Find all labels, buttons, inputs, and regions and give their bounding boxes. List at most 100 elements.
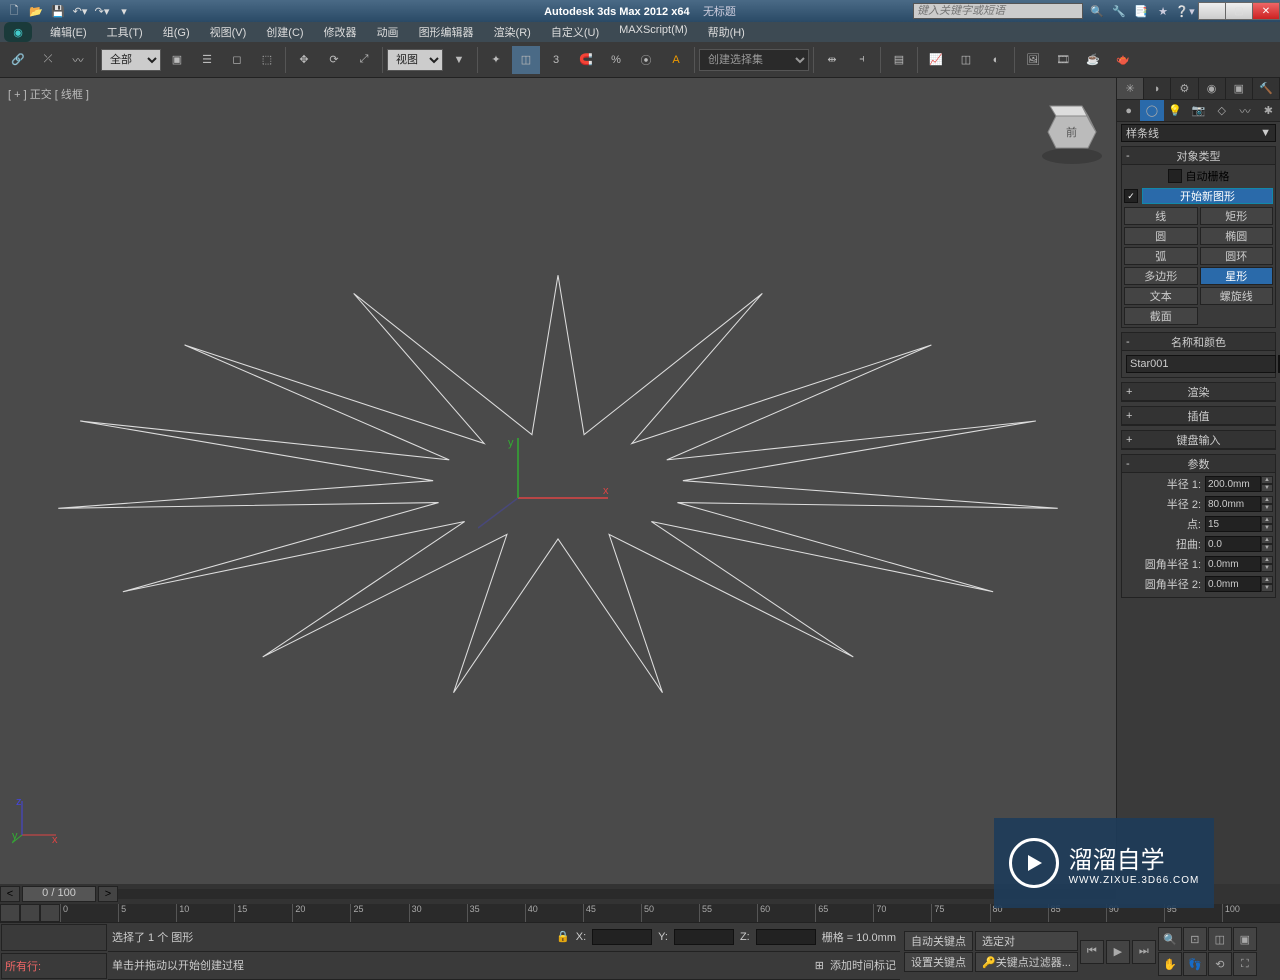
objbtn-线[interactable]: 线	[1124, 207, 1198, 225]
render-setup-icon[interactable]: 🖼	[1019, 46, 1047, 74]
bind-icon[interactable]: 〰	[64, 46, 92, 74]
key-icon[interactable]: 🔧	[1109, 2, 1129, 20]
viewport[interactable]: [ + ] 正交 [ 线框 ] xy 前 xzy	[0, 78, 1116, 884]
app-menu-icon[interactable]: ◉	[4, 22, 32, 42]
rollout-interp[interactable]: +插值	[1122, 407, 1275, 425]
param-input[interactable]	[1205, 476, 1261, 492]
menu-动画[interactable]: 动画	[367, 22, 409, 42]
rotate-icon[interactable]: ⟳	[320, 46, 348, 74]
macro-recorder[interactable]: 所有行:	[1, 953, 107, 980]
minimize-button[interactable]: —	[1198, 2, 1226, 20]
ref-coord-dropdown[interactable]: 视图	[387, 49, 443, 71]
selection-filter-dropdown[interactable]: 全部	[101, 49, 161, 71]
quick-render-icon[interactable]: ☕	[1079, 46, 1107, 74]
viewport-label[interactable]: [ + ] 正交 [ 线框 ]	[8, 86, 89, 102]
qat-more-icon[interactable]: ▾	[114, 2, 134, 20]
subtab-geometry[interactable]: ●	[1117, 100, 1140, 121]
search-input[interactable]	[913, 3, 1083, 19]
viewcube-icon[interactable]: 前	[1036, 98, 1096, 158]
tab-motion[interactable]: ◉	[1199, 78, 1226, 99]
objbtn-矩形[interactable]: 矩形	[1200, 207, 1274, 225]
search-box[interactable]	[913, 3, 1083, 19]
abc-icon[interactable]: A	[662, 46, 690, 74]
schematic-icon[interactable]: ◫	[952, 46, 980, 74]
subtab-cameras[interactable]: 📷	[1187, 100, 1210, 121]
angle-snap-icon[interactable]: 🧲	[572, 46, 600, 74]
objbtn-多边形[interactable]: 多边形	[1124, 267, 1198, 285]
param-input[interactable]	[1205, 576, 1261, 592]
trackbar-btn1[interactable]	[0, 904, 20, 922]
autogrid-checkbox[interactable]	[1168, 169, 1182, 183]
layers-icon[interactable]: ▤	[885, 46, 913, 74]
spinner-snap-icon[interactable]: ⦿	[632, 46, 660, 74]
nav-zoom-icon[interactable]: 🔍	[1158, 927, 1182, 951]
param-input[interactable]	[1205, 516, 1261, 532]
tab-modify[interactable]: ◗	[1144, 78, 1171, 99]
time-prev-button[interactable]: <	[0, 886, 20, 902]
tab-display[interactable]: ▣	[1226, 78, 1253, 99]
menu-创建(C)[interactable]: 创建(C)	[256, 22, 313, 42]
time-next-button[interactable]: >	[98, 886, 118, 902]
binoculars-icon[interactable]: 🔍	[1087, 2, 1107, 20]
qat-save-icon[interactable]: 💾	[48, 2, 68, 20]
lock-icon[interactable]: 🔒	[556, 930, 570, 943]
rollout-params[interactable]: -参数	[1122, 455, 1275, 473]
script-listener[interactable]	[1, 924, 107, 951]
x-input[interactable]	[592, 929, 652, 945]
trackbar-btn3[interactable]	[40, 904, 60, 922]
snap-3-icon[interactable]: 3	[542, 46, 570, 74]
trackbar-btn2[interactable]	[20, 904, 40, 922]
menu-工具(T)[interactable]: 工具(T)	[97, 22, 153, 42]
material-icon[interactable]: ◐	[982, 46, 1010, 74]
align-icon[interactable]: ⫞	[848, 46, 876, 74]
help-icon[interactable]: ❔▾	[1175, 2, 1195, 20]
timetag-icon[interactable]: ⊞	[815, 959, 824, 972]
rollout-object-type[interactable]: -对象类型	[1122, 147, 1275, 165]
named-set-dropdown[interactable]: 创建选择集	[699, 49, 809, 71]
menu-渲染(R)[interactable]: 渲染(R)	[484, 22, 541, 42]
nav-fov-icon[interactable]: ◫	[1208, 927, 1232, 951]
param-input[interactable]	[1205, 536, 1261, 552]
param-input[interactable]	[1205, 556, 1261, 572]
nav-region-icon[interactable]: ▣	[1233, 927, 1257, 951]
tab-create[interactable]: ✳	[1117, 78, 1144, 99]
pivot-icon[interactable]: ▼	[445, 46, 473, 74]
move-icon[interactable]: ✥	[290, 46, 318, 74]
rect-select-icon[interactable]: ◻	[223, 46, 251, 74]
scale-icon[interactable]: ⤢	[350, 46, 378, 74]
manipulate-icon[interactable]: ✦	[482, 46, 510, 74]
keyfilter-button[interactable]: 🔑 关键点过滤器...	[975, 952, 1078, 972]
selfilter-button[interactable]: 选定对	[975, 931, 1078, 951]
snap-toggle-icon[interactable]: ◫	[512, 46, 540, 74]
qat-redo-icon[interactable]: ↷▾	[92, 2, 112, 20]
object-name-input[interactable]	[1126, 355, 1276, 373]
percent-snap-icon[interactable]: %	[602, 46, 630, 74]
objbtn-螺旋线[interactable]: 螺旋线	[1200, 287, 1274, 305]
autokey-button[interactable]: 自动关键点	[904, 931, 973, 951]
nav-max-icon[interactable]: ⛶	[1233, 952, 1257, 976]
newshape-checkbox[interactable]	[1124, 189, 1138, 203]
objbtn-弧[interactable]: 弧	[1124, 247, 1198, 265]
nav-walk-icon[interactable]: 👣	[1183, 952, 1207, 976]
newshape-label[interactable]: 开始新图形	[1142, 188, 1273, 204]
qat-new-icon[interactable]: 🗋	[4, 2, 24, 20]
menu-组(G)[interactable]: 组(G)	[153, 22, 200, 42]
link-icon[interactable]: 🔗	[4, 46, 32, 74]
subtab-helpers[interactable]: ◇	[1210, 100, 1233, 121]
menu-修改器[interactable]: 修改器	[314, 22, 367, 42]
rollout-render[interactable]: +渲染	[1122, 383, 1275, 401]
close-button[interactable]: ✕	[1252, 2, 1280, 20]
menu-帮助(H)[interactable]: 帮助(H)	[698, 22, 755, 42]
subtab-systems[interactable]: ✱	[1257, 100, 1280, 121]
star-icon[interactable]: ★	[1153, 2, 1173, 20]
play-end-icon[interactable]: ⏭	[1132, 940, 1156, 964]
window-crossing-icon[interactable]: ⬚	[253, 46, 281, 74]
z-input[interactable]	[756, 929, 816, 945]
qat-undo-icon[interactable]: ↶▾	[70, 2, 90, 20]
menu-视图(V)[interactable]: 视图(V)	[200, 22, 257, 42]
select-name-icon[interactable]: ☰	[193, 46, 221, 74]
menu-编辑(E)[interactable]: 编辑(E)	[40, 22, 97, 42]
objbtn-截面[interactable]: 截面	[1124, 307, 1198, 325]
qat-open-icon[interactable]: 📂	[26, 2, 46, 20]
subtab-warps[interactable]: 〰	[1233, 100, 1256, 121]
